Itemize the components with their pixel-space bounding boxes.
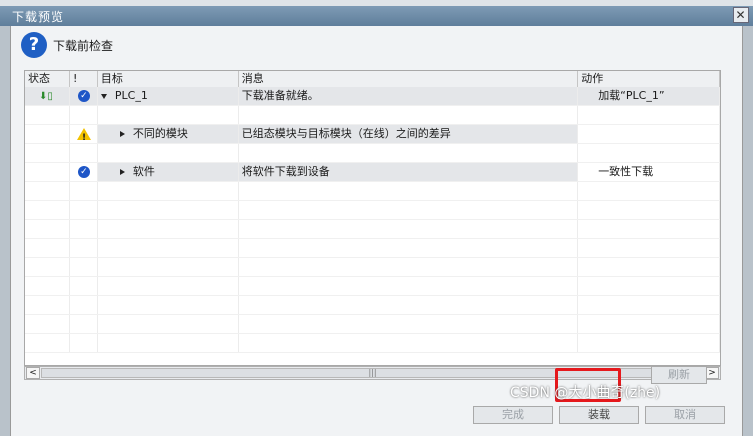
row-target: 软件: [132, 165, 155, 178]
dialog-title: 下载预览: [12, 9, 65, 24]
check-warning-icon: ✓: [77, 90, 90, 102]
table-row[interactable]: ✓ 软件 将软件下载到设备 一致性下载: [25, 163, 720, 182]
background-left: [0, 26, 10, 436]
table-row[interactable]: 不同的模块 已组态模块与目标模块（在线）之间的差异: [25, 125, 720, 144]
row-action-dropdown[interactable]: 一致性下载: [578, 163, 720, 181]
row-action[interactable]: 加载“PLC_1”: [578, 87, 720, 105]
cancel-button[interactable]: 取消: [645, 406, 725, 424]
expand-icon[interactable]: [119, 169, 125, 175]
table-header: 状态 ! 目标 消息 动作: [25, 71, 720, 88]
row-target: PLC_1: [114, 89, 148, 102]
table-row: [25, 144, 720, 163]
header-label: 下载前检查: [53, 38, 114, 53]
scroll-right-icon[interactable]: >: [705, 367, 719, 379]
row-target: 不同的模块: [132, 127, 188, 140]
col-status[interactable]: 状态: [25, 71, 70, 87]
download-status-icon: ⬇▯: [39, 91, 53, 102]
table-row: [25, 258, 720, 277]
table-row: [25, 220, 720, 239]
collapse-icon[interactable]: [100, 93, 107, 99]
check-table: 状态 ! 目标 消息 动作 ⬇▯ ✓ PLC_1 下载准备就绪。 加载“PLC_…: [24, 70, 721, 366]
col-flag[interactable]: !: [70, 71, 98, 87]
question-icon: ?: [21, 32, 47, 58]
dialog-title-bar[interactable]: 下载预览 ✕: [0, 6, 753, 26]
watermark: CSDN @大小曲奇(zhe): [510, 385, 661, 401]
col-target[interactable]: 目标: [98, 71, 239, 87]
expand-icon[interactable]: [119, 131, 125, 137]
load-button[interactable]: 装载: [559, 406, 639, 424]
table-row: [25, 106, 720, 125]
col-message[interactable]: 消息: [239, 71, 579, 87]
table-row: [25, 334, 720, 353]
row-action[interactable]: [578, 125, 720, 143]
close-icon[interactable]: ✕: [733, 7, 749, 23]
check-icon: ✓: [77, 166, 90, 178]
warning-icon: [76, 128, 91, 143]
col-action[interactable]: 动作: [578, 71, 720, 87]
table-row[interactable]: ⬇▯ ✓ PLC_1 下载准备就绪。 加载“PLC_1”: [25, 87, 720, 106]
table-row: [25, 201, 720, 220]
header: ? 下载前检查: [21, 32, 113, 58]
table-row: [25, 315, 720, 334]
table-row: [25, 239, 720, 258]
row-message: 将软件下载到设备: [238, 163, 579, 181]
finish-button[interactable]: 完成: [473, 406, 553, 424]
row-message: 已组态模块与目标模块（在线）之间的差异: [238, 125, 579, 143]
row-message: 下载准备就绪。: [239, 87, 579, 105]
scroll-left-icon[interactable]: <: [26, 367, 40, 379]
table-row: [25, 277, 720, 296]
download-preview-dialog: ? 下载前检查 状态 ! 目标 消息 动作 ⬇▯ ✓ PLC_1 下载准备就绪。…: [10, 26, 743, 436]
background-right: [743, 26, 753, 436]
table-row: [25, 296, 720, 315]
table-row: [25, 182, 720, 201]
